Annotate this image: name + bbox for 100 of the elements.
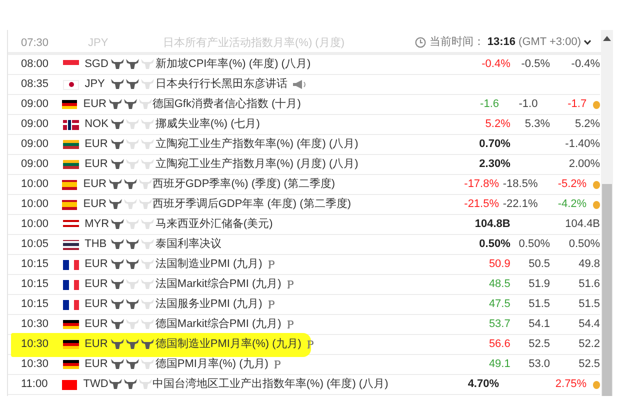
bull-icon (126, 119, 140, 130)
forecast-value: -18.5% (502, 177, 538, 192)
bull-icon (124, 379, 138, 390)
bull-icon (111, 219, 124, 230)
bull-icon (126, 299, 140, 310)
bull-icon (109, 99, 122, 110)
time-text: 09:00 (20, 97, 50, 112)
scrollbar-thumb[interactable] (602, 184, 612, 396)
currency-text: JPY (84, 77, 106, 92)
event-link[interactable]: 挪威失业率(%) (七月) (155, 116, 260, 133)
bull-icon (141, 139, 154, 150)
bull-icon (124, 99, 138, 110)
forecast-value: 54.1 (528, 317, 550, 332)
forecast-value: -22.1% (502, 197, 538, 212)
scroll-up-icon[interactable] (603, 36, 611, 42)
forecast-value: 51.9 (528, 277, 550, 292)
actual-value: 50.9 (488, 257, 510, 272)
event-link[interactable]: 西班牙GDP季率(%) (季度) (第二季度) (152, 176, 336, 193)
previous-value: -4.2% (556, 197, 587, 212)
event-link[interactable]: 中国台湾地区工业产出指数年率(%) (年度) (八月) (152, 376, 388, 393)
event-link[interactable]: 立陶宛工业生产指数月率(%) (月度) (八月) (155, 156, 358, 173)
bull-icon (139, 199, 152, 210)
bull-icon (109, 199, 122, 210)
previous-value: 5.2% (574, 117, 600, 132)
time-text: 09:00 (20, 137, 50, 152)
previous-value: 2.75% (554, 377, 587, 392)
time-text: 10:30 (20, 337, 50, 352)
actual-value: 0.70% (478, 137, 510, 152)
actual-value: 56.6 (488, 337, 510, 352)
bull-icon (126, 159, 140, 170)
previous-value: 51.5 (578, 297, 600, 312)
event-link[interactable]: 法国制造业PMI (九月) (155, 256, 262, 273)
bull-icon (111, 339, 124, 350)
currency-text: EUR (83, 197, 108, 212)
actual-value: 47.5 (488, 297, 510, 312)
currency-text: EUR (84, 317, 109, 332)
bull-icon (126, 339, 140, 350)
bull-icon (111, 279, 124, 290)
time-text: 10:15 (20, 257, 50, 272)
time-text: 08:00 (20, 57, 50, 72)
bull-icon (141, 59, 154, 70)
bull-icon (141, 259, 154, 270)
time-text: 09:00 (20, 157, 50, 172)
previous-value: 104.4B (564, 217, 600, 232)
bull-icon (141, 219, 154, 230)
time-text: 10:15 (20, 277, 50, 292)
caret-icon[interactable] (584, 40, 591, 45)
bull-icon (139, 379, 152, 390)
previous-value: 52.2 (578, 337, 600, 352)
bull-icon (126, 279, 140, 290)
previous-value: -1.7 (566, 97, 587, 112)
bull-icon (124, 179, 138, 190)
event-link[interactable]: 马来西亚外汇储备(美元) (155, 216, 273, 233)
scrollbar[interactable] (601, 30, 613, 396)
bull-icon (141, 159, 154, 170)
forecast-value: -1.0 (518, 97, 538, 112)
currency-text: TWD (83, 377, 110, 392)
timezone-dropdown[interactable]: (GMT +3:00) (518, 34, 581, 50)
currency-text: EUR (84, 337, 109, 352)
time-text: 10:30 (20, 317, 50, 332)
bull-icon (111, 239, 124, 250)
current-time: 13:16 (487, 35, 516, 50)
event-link[interactable]: 西班牙季调后GDP年率 (年度) (第二季度) (152, 196, 351, 213)
event-link[interactable]: 德国PMI月率(%) (九月) (155, 356, 268, 373)
bull-icon (111, 79, 124, 90)
event-link[interactable]: 泰国利率决议 (155, 236, 222, 253)
forecast-value: 52.5 (528, 337, 550, 352)
forecast-value: 5.3% (524, 117, 550, 132)
actual-value: 2.30% (478, 157, 510, 172)
currency-text: MYR (84, 217, 110, 232)
actual-value: -21.5% (463, 197, 500, 212)
currency-text: EUR (84, 157, 109, 172)
event-link[interactable]: 法国Markit综合PMI (九月) (155, 276, 282, 293)
actual-value: 104.8B (474, 217, 510, 232)
previous-value: -1.40% (564, 137, 600, 152)
event-link[interactable]: 德国制造业PMI月率(%) (九月) (155, 336, 302, 353)
actual-value: 0.50% (478, 237, 510, 252)
actual-value: 5.2% (484, 117, 510, 132)
bull-icon (139, 179, 152, 190)
bull-icon (141, 299, 154, 310)
event-link[interactable]: 立陶宛工业生产指数年率(%) (年度) (八月) (155, 136, 358, 153)
bull-icon (126, 219, 140, 230)
event-link[interactable]: 日本央行行长黑田东彦讲话 (155, 76, 288, 93)
currency-text: NOK (84, 117, 110, 132)
bull-icon (141, 319, 154, 330)
event-link[interactable]: 法国服务业PMI (九月) (155, 296, 262, 313)
previous-value: -0.4% (570, 57, 600, 72)
bull-icon (111, 359, 124, 370)
time-text: 10:05 (20, 237, 50, 252)
time-text: 08:35 (20, 77, 50, 92)
previous-value: 51.6 (578, 277, 600, 292)
event-link[interactable]: 德国Markit综合PMI (九月) (155, 316, 282, 333)
currency-text: EUR (83, 177, 108, 192)
currency-text: EUR (84, 277, 109, 292)
event-link[interactable]: 德国Gfk消费者信心指数 (十月) (152, 96, 301, 113)
time-text: 10:15 (20, 297, 50, 312)
bull-icon (141, 79, 154, 90)
currency-text: EUR (84, 357, 109, 372)
actual-value: 53.7 (488, 317, 510, 332)
event-link[interactable]: 新加坡CPI年率(%) (年度) (八月) (155, 56, 311, 73)
